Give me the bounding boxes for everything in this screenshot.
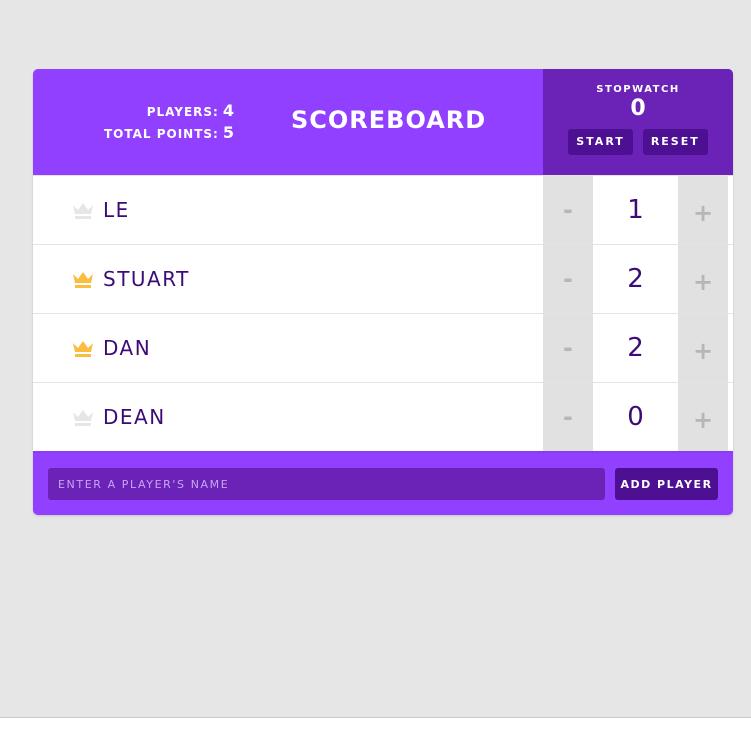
increment-button[interactable]: + bbox=[678, 314, 728, 382]
player-info: LE bbox=[33, 176, 543, 244]
page-background: PLAYERS: 4 TOTAL POINTS: 5 SCOREBOARD STOP… bbox=[0, 0, 751, 718]
stopwatch-label: STOPWATCH bbox=[596, 84, 680, 95]
total-points-count: 5 bbox=[222, 123, 235, 142]
stopwatch-time: 0 bbox=[630, 96, 646, 121]
player-name: DEAN bbox=[103, 405, 166, 429]
start-button[interactable]: START bbox=[568, 129, 633, 155]
score-counter: - 2 + bbox=[543, 314, 733, 382]
total-points-stat: TOTAL POINTS: 5 bbox=[33, 122, 235, 144]
decrement-button[interactable]: - bbox=[543, 314, 593, 382]
crown-icon bbox=[73, 341, 93, 357]
increment-button[interactable]: + bbox=[678, 245, 728, 313]
player-row: DEAN - 0 + bbox=[33, 382, 733, 451]
scoreboard-header: PLAYERS: 4 TOTAL POINTS: 5 SCOREBOARD STOP… bbox=[33, 69, 733, 175]
increment-button[interactable]: + bbox=[678, 176, 728, 244]
score-counter: - 1 + bbox=[543, 176, 733, 244]
player-row: STUART - 2 + bbox=[33, 244, 733, 313]
players-label: PLAYERS: bbox=[146, 105, 219, 119]
player-score: 2 bbox=[593, 245, 678, 313]
header-info: PLAYERS: 4 TOTAL POINTS: 5 SCOREBOARD bbox=[33, 69, 543, 175]
player-name: LE bbox=[103, 198, 130, 222]
player-name: STUART bbox=[103, 267, 190, 291]
player-score: 0 bbox=[593, 383, 678, 451]
reset-button[interactable]: RESET bbox=[642, 129, 708, 155]
increment-button[interactable]: + bbox=[678, 383, 728, 451]
player-info: DAN bbox=[33, 314, 543, 382]
player-name: DAN bbox=[103, 336, 152, 360]
stats-table: PLAYERS: 4 TOTAL POINTS: 5 bbox=[33, 100, 235, 144]
page-title: SCOREBOARD bbox=[291, 106, 487, 134]
scoreboard: PLAYERS: 4 TOTAL POINTS: 5 SCOREBOARD STOP… bbox=[33, 69, 733, 515]
player-row: LE - 1 + bbox=[33, 175, 733, 244]
crown-icon bbox=[73, 203, 93, 219]
player-score: 1 bbox=[593, 176, 678, 244]
player-name-input[interactable] bbox=[48, 468, 605, 500]
player-list: LE - 1 + STUART - 2 + DAN - 2 + DEAN - 0… bbox=[33, 175, 733, 451]
player-info: DEAN bbox=[33, 383, 543, 451]
decrement-button[interactable]: - bbox=[543, 245, 593, 313]
player-info: STUART bbox=[33, 245, 543, 313]
total-points-label: TOTAL POINTS: bbox=[103, 127, 219, 141]
stopwatch-controls: START RESET bbox=[543, 129, 733, 155]
crown-icon bbox=[73, 272, 93, 288]
player-score: 2 bbox=[593, 314, 678, 382]
stopwatch: STOPWATCH 0 START RESET bbox=[543, 69, 733, 175]
add-player-form: ADD PLAYER bbox=[33, 451, 733, 515]
add-player-button[interactable]: ADD PLAYER bbox=[615, 468, 718, 500]
crown-icon bbox=[73, 410, 93, 426]
score-counter: - 2 + bbox=[543, 245, 733, 313]
players-count: 4 bbox=[222, 101, 235, 120]
player-row: DAN - 2 + bbox=[33, 313, 733, 382]
score-counter: - 0 + bbox=[543, 383, 733, 451]
players-stat: PLAYERS: 4 bbox=[33, 100, 235, 122]
decrement-button[interactable]: - bbox=[543, 176, 593, 244]
decrement-button[interactable]: - bbox=[543, 383, 593, 451]
